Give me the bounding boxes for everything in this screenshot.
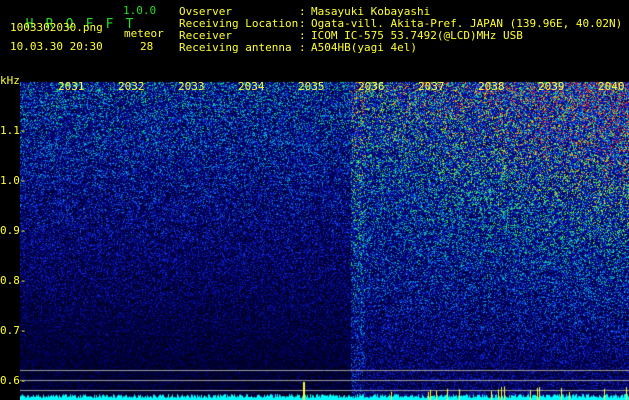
info-value: Masayuki Kobayashi bbox=[311, 5, 430, 17]
app-version: 1.0.0 bbox=[123, 5, 156, 16]
time-tick-label: 2038 bbox=[478, 80, 505, 93]
freq-tick-label: 1.0- bbox=[0, 174, 27, 187]
time-tick-label: 2035 bbox=[298, 80, 325, 93]
freq-tick-label: 0.6- bbox=[0, 374, 27, 387]
info-row-location: Receiving Location: Ogata-vill. Akita-Pre… bbox=[179, 17, 622, 29]
info-label: Ovserver bbox=[179, 5, 299, 17]
meteor-count: 28 bbox=[140, 41, 153, 52]
info-value: ICOM IC-575 53.7492(@LCD)MHz USB bbox=[311, 29, 523, 41]
info-label: Receiver bbox=[179, 29, 299, 41]
station-info: Ovserver: Masayuki Kobayashi Receiving Lo… bbox=[179, 5, 622, 53]
freq-tick-label: 0.8- bbox=[0, 274, 27, 287]
time-tick-label: 2040 bbox=[598, 80, 625, 93]
datetime: 10.03.30 20:30 bbox=[10, 41, 103, 52]
info-row-antenna: Receiving antenna: A504HB(yagi 4el) bbox=[179, 41, 622, 53]
info-value: Ogata-vill. Akita-Pref. JAPAN (139.96E, … bbox=[311, 17, 622, 29]
time-tick-label: 2032 bbox=[118, 80, 145, 93]
info-label: Receiving antenna bbox=[179, 41, 299, 53]
info-label: Receiving Location bbox=[179, 17, 299, 29]
time-tick-label: 2033 bbox=[178, 80, 205, 93]
logo-letter: F bbox=[106, 18, 126, 31]
time-tick-label: 2034 bbox=[238, 80, 265, 93]
time-tick-label: 2031 bbox=[58, 80, 85, 93]
freq-tick-label: 1.1- bbox=[0, 124, 27, 137]
info-row-receiver: Receiver: ICOM IC-575 53.7492(@LCD)MHz US… bbox=[179, 29, 622, 41]
time-tick-label: 2039 bbox=[538, 80, 565, 93]
unit-label: kHz bbox=[0, 74, 20, 87]
filename: 1003302030.png bbox=[10, 22, 103, 33]
freq-tick-label: 0.7- bbox=[0, 324, 27, 337]
info-row-observer: Ovserver: Masayuki Kobayashi bbox=[179, 5, 622, 17]
info-value: A504HB(yagi 4el) bbox=[311, 41, 417, 53]
time-tick-label: 2037 bbox=[418, 80, 445, 93]
meteor-label: meteor bbox=[124, 28, 164, 39]
time-tick-label: 2036 bbox=[358, 80, 385, 93]
freq-tick-label: 0.9- bbox=[0, 224, 27, 237]
spectrogram bbox=[20, 80, 629, 400]
